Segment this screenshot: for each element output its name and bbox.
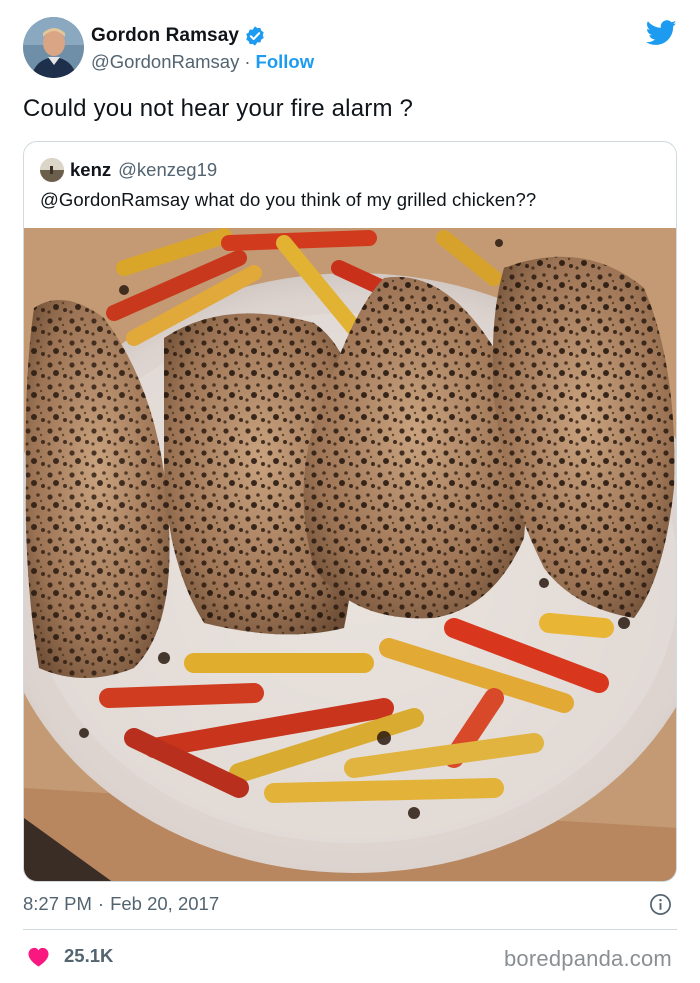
quoted-name-row: kenz @kenzeg19 — [70, 158, 217, 182]
heart-icon — [27, 946, 50, 967]
quoted-tweet[interactable]: kenz @kenzeg19 @GordonRamsay what do you… — [23, 141, 677, 882]
tweet-date: Feb 20, 2017 — [110, 893, 220, 914]
like-button[interactable]: 25.1K — [27, 943, 113, 969]
timestamp-separator: · — [97, 893, 105, 914]
like-count: 25.1K — [64, 945, 114, 966]
quoted-tweet-photo[interactable] — [24, 228, 676, 881]
author-handle[interactable]: @GordonRamsay — [91, 51, 239, 73]
author-handle-row: @GordonRamsay · Follow — [91, 50, 314, 74]
author-name-row: Gordon Ramsay — [91, 23, 266, 49]
tweet-card: Gordon Ramsay @GordonRamsay · Follow Cou… — [0, 0, 700, 983]
verified-badge-icon — [244, 25, 266, 47]
tweet-text: Could you not hear your fire alarm ? — [23, 95, 414, 122]
tweet-time: 8:27 PM — [23, 893, 92, 914]
quoted-handle[interactable]: @kenzeg19 — [118, 159, 217, 181]
quoted-tweet-text: @GordonRamsay what do you think of my gr… — [40, 189, 537, 210]
quoted-display-name[interactable]: kenz — [70, 159, 111, 181]
divider — [23, 929, 677, 930]
handle-separator: · — [244, 51, 251, 72]
twitter-bird-icon[interactable] — [645, 20, 677, 46]
info-icon[interactable] — [649, 893, 672, 916]
watermark: boredpanda.com — [504, 946, 672, 971]
follow-button[interactable]: Follow — [256, 51, 315, 73]
quoted-author-avatar[interactable] — [40, 158, 64, 182]
author-avatar[interactable] — [23, 17, 84, 78]
tweet-timestamp[interactable]: 8:27 PM · Feb 20, 2017 — [23, 891, 219, 917]
author-display-name[interactable]: Gordon Ramsay — [91, 25, 239, 47]
